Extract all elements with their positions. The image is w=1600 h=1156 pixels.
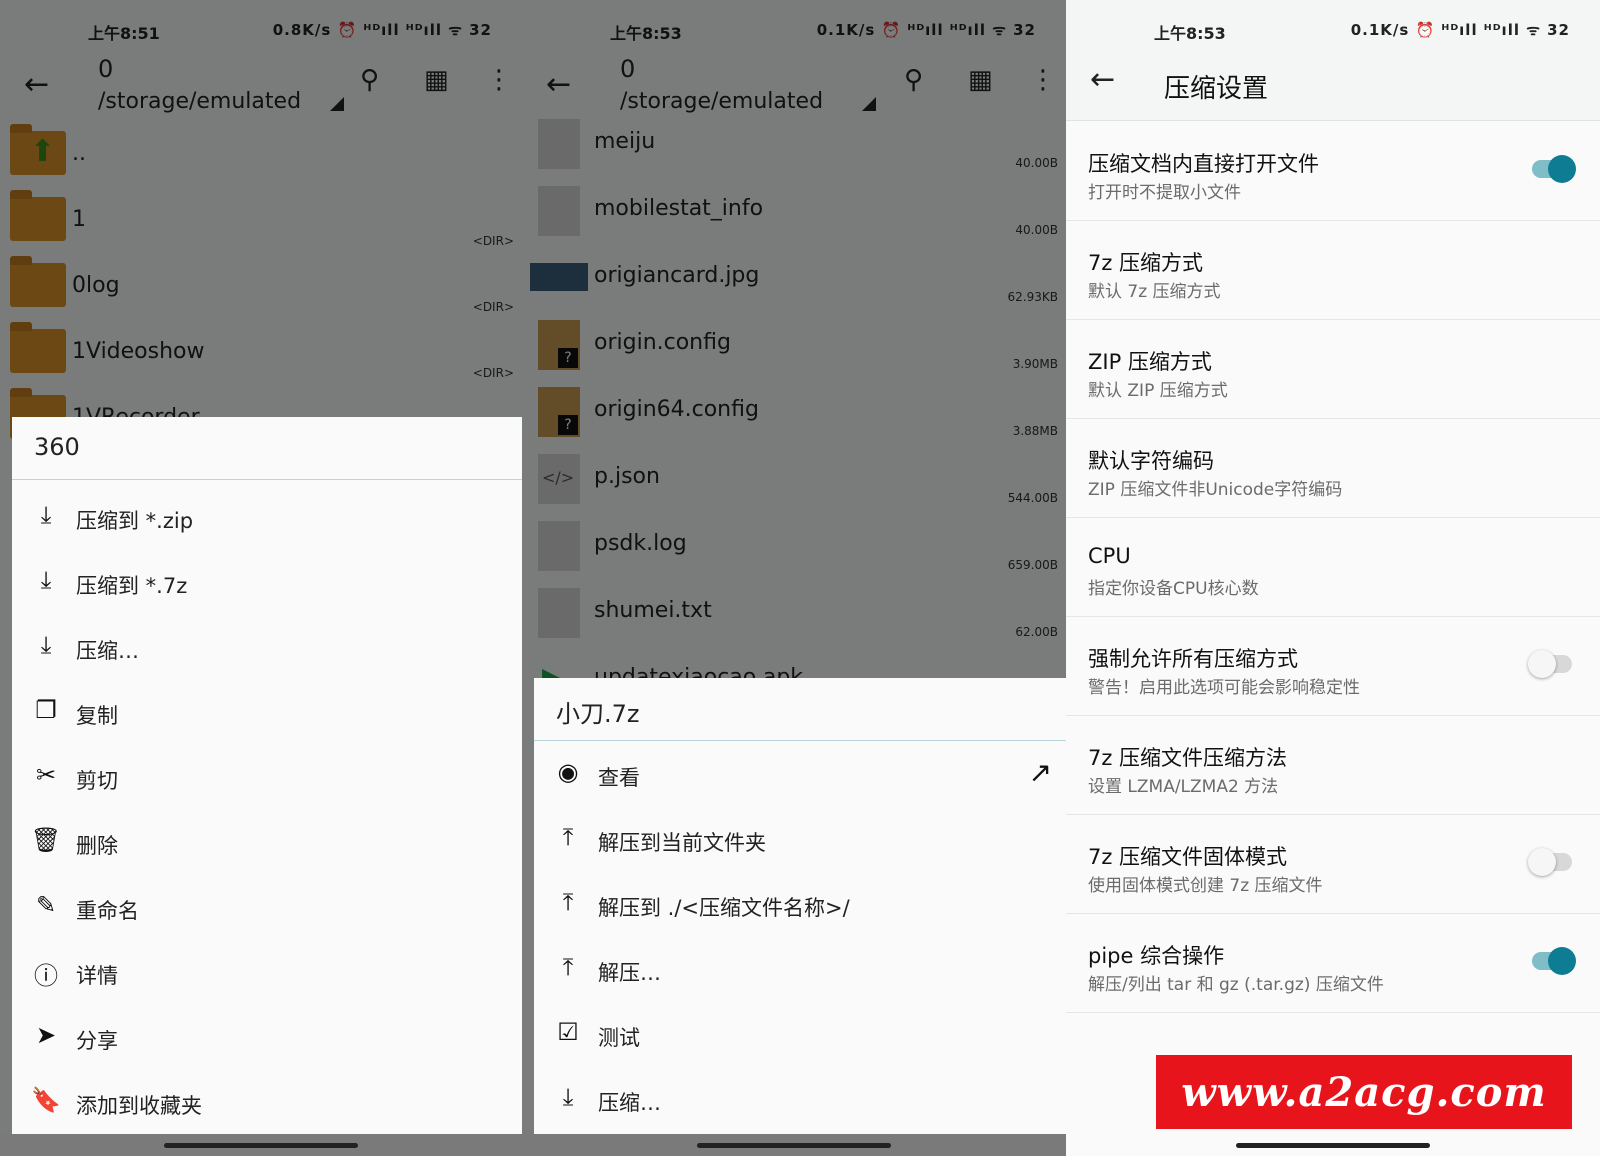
- download-icon: ⤓: [562, 1083, 574, 1111]
- divider: [534, 740, 1066, 741]
- download-icon: ⤓: [40, 566, 52, 594]
- setting-zip-method[interactable]: ZIP 压缩方式 默认 ZIP 压缩方式: [1066, 320, 1600, 419]
- menu-item-label: 分享: [76, 1029, 118, 1053]
- menu-item-compress[interactable]: ⤓ 压缩…: [534, 1069, 1066, 1133]
- toggle-switch[interactable]: [1532, 155, 1576, 183]
- setting-title: 默认字符编码: [1088, 449, 1214, 473]
- back-arrow-icon[interactable]: ←: [1090, 62, 1115, 97]
- setting-force-all-methods[interactable]: 强制允许所有压缩方式 警告！启用此选项可能会影响稳定性: [1066, 617, 1600, 716]
- open-external-arrow-icon[interactable]: ↗: [1029, 756, 1052, 789]
- setting-title: CPU: [1088, 544, 1131, 568]
- menu-item-details[interactable]: ⓘ 详情: [12, 942, 522, 1006]
- setting-title: 7z 压缩文件固体模式: [1088, 845, 1288, 869]
- file-manager-panel-middle: 上午8:53 0.1K/s ⏰ ᴴᴰıll ᴴᴰıll ᯤ 32 ← 0 /st…: [522, 0, 1066, 1156]
- menu-item-label: 压缩…: [598, 1091, 661, 1115]
- setting-subtitle: 打开时不提取小文件: [1088, 183, 1241, 203]
- upload-icon: ⤒: [562, 823, 574, 851]
- menu-item-label: 解压到 ./<压缩文件名称>/: [598, 896, 850, 920]
- menu-item-label: 压缩…: [76, 639, 139, 663]
- menu-item-label: 重命名: [76, 899, 139, 923]
- setting-subtitle: 设置 LZMA/LZMA2 方法: [1088, 777, 1279, 797]
- setting-title: 7z 压缩文件压缩方法: [1088, 746, 1288, 770]
- context-menu: 360 ⤓ 压缩到 *.zip ⤓ 压缩到 *.7z ⤓ 压缩… ❐ 复制 ✂ 剪切 🗑 删…: [12, 417, 522, 1139]
- info-icon: ⓘ: [34, 962, 58, 990]
- setting-subtitle: 使用固体模式创建 7z 压缩文件: [1088, 876, 1323, 896]
- download-icon: ⤓: [40, 501, 52, 529]
- setting-7z-method[interactable]: 7z 压缩方式 默认 7z 压缩方式: [1066, 221, 1600, 320]
- pencil-icon: ✎: [35, 891, 57, 919]
- setting-cpu[interactable]: CPU 指定你设备CPU核心数: [1066, 518, 1600, 617]
- setting-subtitle: 默认 ZIP 压缩方式: [1088, 381, 1228, 401]
- upload-icon: ⤒: [562, 888, 574, 916]
- setting-title: 7z 压缩方式: [1088, 251, 1204, 275]
- status-bar: 上午8:53 0.1K/s ⏰ ᴴᴰıll ᴴᴰıll ᯤ 32: [1066, 0, 1600, 60]
- upload-icon: ⤒: [562, 953, 574, 981]
- setting-subtitle: 警告！启用此选项可能会影响稳定性: [1088, 678, 1360, 698]
- file-manager-panel-left: 上午8:51 0.8K/s ⏰ ᴴᴰıll ᴴᴰıll ᯤ 32 ← 0 /st…: [0, 0, 522, 1156]
- trash-icon: 🗑: [30, 826, 62, 854]
- setting-title: ZIP 压缩方式: [1088, 350, 1212, 374]
- menu-item-delete[interactable]: 🗑 删除: [12, 812, 522, 876]
- menu-item-label: 压缩到 *.zip: [76, 509, 194, 533]
- menu-item-compress-7z[interactable]: ⤓ 压缩到 *.7z: [12, 552, 522, 616]
- eye-icon: ◉: [557, 758, 579, 786]
- setting-title: 强制允许所有压缩方式: [1088, 647, 1298, 671]
- menu-item-test[interactable]: ☑ 测试: [534, 1004, 1066, 1068]
- home-indicator[interactable]: [1236, 1143, 1430, 1148]
- menu-item-extract-here[interactable]: ⤒ 解压到当前文件夹: [534, 809, 1066, 873]
- menu-item-label: 查看: [598, 766, 640, 790]
- setting-7z-solid[interactable]: 7z 压缩文件固体模式 使用固体模式创建 7z 压缩文件: [1066, 815, 1600, 914]
- menu-item-label: 测试: [598, 1026, 640, 1050]
- scissors-icon: ✂: [35, 761, 57, 789]
- copy-icon: ❐: [35, 696, 57, 724]
- toggle-switch[interactable]: [1532, 947, 1576, 975]
- compression-settings-panel: 上午8:53 0.1K/s ⏰ ᴴᴰıll ᴴᴰıll ᯤ 32 ← 压缩设置 …: [1066, 0, 1600, 1156]
- toggle-switch[interactable]: [1528, 650, 1572, 678]
- menu-item-view[interactable]: ◉ 查看 ↗: [534, 744, 1066, 808]
- menu-item-extract-to-folder[interactable]: ⤒ 解压到 ./<压缩文件名称>/: [534, 874, 1066, 938]
- send-icon: ➤: [35, 1021, 57, 1049]
- home-indicator[interactable]: [164, 1143, 358, 1148]
- setting-subtitle: 解压/列出 tar 和 gz (.tar.gz) 压缩文件: [1088, 975, 1384, 995]
- menu-item-extract[interactable]: ⤒ 解压…: [534, 939, 1066, 1003]
- menu-title: 360: [34, 433, 80, 461]
- menu-item-label: 添加到收藏夹: [76, 1094, 202, 1118]
- checkbox-icon: ☑: [557, 1018, 579, 1046]
- menu-item-label: 详情: [76, 964, 118, 988]
- divider: [12, 479, 522, 480]
- setting-open-in-archive[interactable]: 压缩文档内直接打开文件 打开时不提取小文件: [1066, 122, 1600, 221]
- menu-item-label: 压缩到 *.7z: [76, 574, 188, 598]
- menu-item-label: 剪切: [76, 769, 118, 793]
- status-time: 上午8:53: [1154, 24, 1226, 43]
- menu-title: 小刀.7z: [556, 700, 640, 728]
- setting-subtitle: 默认 7z 压缩方式: [1088, 282, 1221, 302]
- menu-item-compress-zip[interactable]: ⤓ 压缩到 *.zip: [12, 487, 522, 551]
- setting-subtitle: ZIP 压缩文件非Unicode字符编码: [1088, 480, 1343, 500]
- menu-item-rename[interactable]: ✎ 重命名: [12, 877, 522, 941]
- context-menu: 小刀.7z ◉ 查看 ↗ ⤒ 解压到当前文件夹 ⤒ 解压到 ./<压缩文件名称>/ ⤒ 解…: [534, 678, 1066, 1139]
- menu-item-label: 解压…: [598, 961, 661, 985]
- toggle-switch[interactable]: [1528, 848, 1572, 876]
- watermark-banner: www.a2acg.com: [1156, 1055, 1572, 1129]
- status-indicators: 0.1K/s ⏰ ᴴᴰıll ᴴᴰıll ᯤ 32: [1350, 21, 1570, 39]
- menu-item-compress[interactable]: ⤓ 压缩…: [12, 617, 522, 681]
- setting-pipe[interactable]: pipe 综合操作 解压/列出 tar 和 gz (.tar.gz) 压缩文件: [1066, 914, 1600, 1013]
- page-title: 压缩设置: [1164, 74, 1269, 104]
- watermark-text: www.a2acg.com: [1181, 1069, 1547, 1116]
- menu-item-bookmark[interactable]: 🔖 添加到收藏夹: [12, 1072, 522, 1136]
- download-icon: ⤓: [40, 631, 52, 659]
- setting-title: pipe 综合操作: [1088, 944, 1225, 968]
- setting-subtitle: 指定你设备CPU核心数: [1088, 579, 1259, 599]
- menu-item-copy[interactable]: ❐ 复制: [12, 682, 522, 746]
- setting-7z-lzma[interactable]: 7z 压缩文件压缩方法 设置 LZMA/LZMA2 方法: [1066, 716, 1600, 815]
- menu-item-label: 删除: [76, 834, 118, 858]
- setting-charset[interactable]: 默认字符编码 ZIP 压缩文件非Unicode字符编码: [1066, 419, 1600, 518]
- home-indicator[interactable]: [697, 1143, 891, 1148]
- bookmark-icon: 🔖: [31, 1086, 61, 1114]
- menu-item-share[interactable]: ➤ 分享: [12, 1007, 522, 1071]
- menu-item-cut[interactable]: ✂ 剪切: [12, 747, 522, 811]
- setting-title: 压缩文档内直接打开文件: [1088, 152, 1319, 176]
- menu-item-label: 解压到当前文件夹: [598, 831, 766, 855]
- menu-item-label: 复制: [76, 704, 118, 728]
